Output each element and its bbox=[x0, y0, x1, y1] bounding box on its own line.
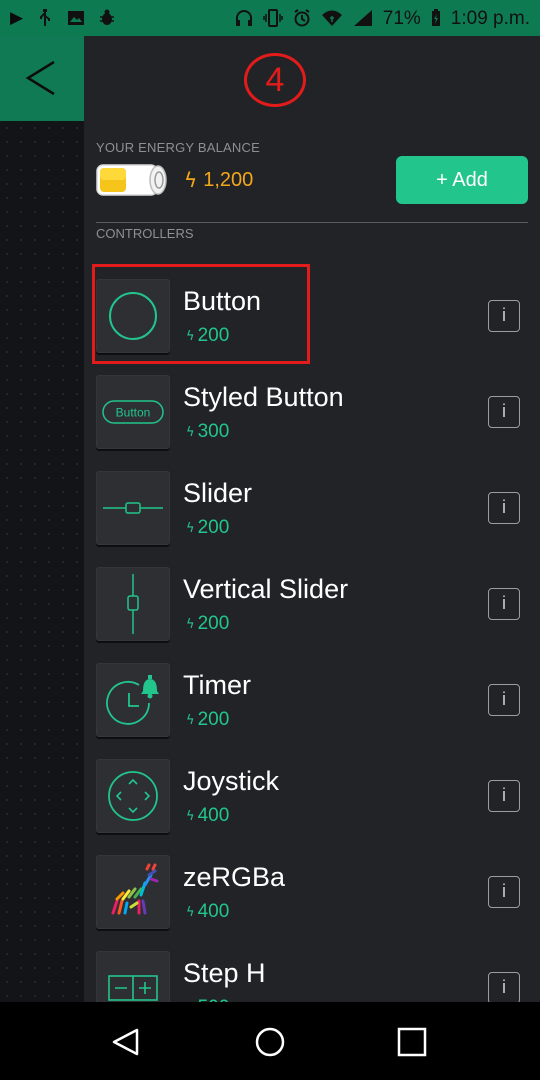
clock: 1:09 p.m. bbox=[450, 7, 530, 29]
controller-price: ϟ 200 bbox=[186, 325, 230, 346]
energy-balance: ϟ 1,200 bbox=[184, 168, 253, 192]
controller-name: Styled Button bbox=[183, 382, 344, 412]
nav-recents-button[interactable] bbox=[392, 1024, 432, 1060]
back-arrow-icon[interactable] bbox=[24, 60, 60, 96]
controller-item-styled-button[interactable]: Button Styled Button ϟ 300 i bbox=[84, 375, 540, 471]
nav-back-button[interactable] bbox=[106, 1024, 146, 1060]
controller-name: Step H bbox=[183, 958, 266, 988]
controller-tile bbox=[96, 663, 170, 737]
timer-icon bbox=[106, 675, 159, 725]
circle-button-icon bbox=[109, 292, 157, 340]
controller-tile bbox=[96, 759, 170, 833]
controller-item-step-h[interactable]: Step H ϟ500 i bbox=[84, 951, 540, 1002]
info-button[interactable]: i bbox=[488, 684, 520, 716]
info-button[interactable]: i bbox=[488, 492, 520, 524]
controller-item-slider[interactable]: Slider ϟ 200 i bbox=[84, 471, 540, 567]
controller-item-joystick[interactable]: Joystick ϟ 400 i bbox=[84, 759, 540, 855]
controller-tile bbox=[96, 567, 170, 641]
controllers-section-label: CONTROLLERS bbox=[96, 226, 194, 241]
controller-tile bbox=[96, 855, 170, 929]
controller-price: ϟ 200 bbox=[186, 517, 230, 538]
app-header-behind bbox=[0, 36, 84, 121]
controller-tile bbox=[96, 951, 170, 1002]
bug-icon bbox=[100, 9, 115, 25]
step-annotation: 4 bbox=[244, 53, 306, 107]
controller-item-button[interactable]: Button ϟ 200 i bbox=[84, 279, 540, 375]
divider bbox=[96, 222, 528, 223]
controller-tile bbox=[96, 471, 170, 545]
bolt-icon: ϟ bbox=[186, 712, 195, 728]
controller-item-vertical-slider[interactable]: Vertical Slider ϟ 200 i bbox=[84, 567, 540, 663]
controller-name: Button bbox=[183, 286, 262, 316]
controller-item-timer[interactable]: Timer ϟ 200 i bbox=[84, 663, 540, 759]
horizontal-slider-icon bbox=[103, 502, 163, 514]
status-left-icons: ▶ bbox=[10, 9, 115, 27]
vertical-slider-icon bbox=[127, 574, 139, 634]
status-right: 71% 1:09 p.m. bbox=[235, 9, 530, 28]
vibrate-icon bbox=[263, 9, 283, 27]
controller-name: zeRGBa bbox=[183, 862, 286, 892]
energy-balance-label: YOUR ENERGY BALANCE bbox=[96, 140, 260, 155]
bolt-icon: ϟ bbox=[186, 520, 195, 536]
energy-battery-icon bbox=[96, 164, 167, 196]
info-button[interactable]: i bbox=[488, 780, 520, 812]
step-h-icon bbox=[108, 975, 158, 1001]
controller-tile bbox=[96, 279, 170, 353]
controller-item-zergba[interactable]: zeRGBa ϟ 400 i bbox=[84, 855, 540, 951]
battery-icon bbox=[431, 9, 440, 26]
bolt-icon: ϟ bbox=[186, 616, 195, 632]
navigation-bar bbox=[0, 1002, 540, 1080]
zebra-icon bbox=[111, 863, 159, 915]
controller-price: ϟ 300 bbox=[186, 421, 230, 442]
widget-box-drawer: 4 YOUR ENERGY BALANCE ϟ 1,200 + Add CONT… bbox=[84, 36, 540, 1002]
controller-price: ϟ 200 bbox=[186, 613, 230, 634]
home-circle-icon bbox=[255, 1027, 285, 1057]
status-bar: ▶ 71% 1:09 p.m. bbox=[0, 0, 540, 36]
styled-button-icon-text: Button bbox=[116, 406, 151, 420]
nav-home-button[interactable] bbox=[250, 1024, 290, 1060]
alarm-icon bbox=[294, 9, 310, 27]
headphones-icon bbox=[235, 10, 252, 26]
recents-square-icon bbox=[397, 1027, 427, 1057]
canvas-behind bbox=[0, 121, 84, 1002]
info-button[interactable]: i bbox=[488, 588, 520, 620]
info-button[interactable]: i bbox=[488, 972, 520, 1002]
add-energy-button[interactable]: + Add bbox=[396, 156, 528, 204]
controller-name: Vertical Slider bbox=[183, 574, 349, 604]
bolt-icon: ϟ bbox=[186, 328, 195, 344]
play-icon: ▶ bbox=[10, 7, 24, 28]
usb-icon bbox=[40, 9, 51, 26]
bolt-icon: ϟ bbox=[186, 808, 195, 824]
controller-name: Slider bbox=[183, 478, 253, 508]
controller-price: ϟ 200 bbox=[186, 709, 230, 730]
controller-tile: Button bbox=[96, 375, 170, 449]
info-button[interactable]: i bbox=[488, 876, 520, 908]
signal-icon bbox=[353, 10, 372, 26]
energy-value: 1,200 bbox=[203, 168, 254, 191]
battery-percent: 71% bbox=[382, 7, 421, 29]
back-triangle-icon bbox=[112, 1028, 139, 1056]
controller-price: ϟ 400 bbox=[186, 805, 230, 826]
controller-name: Joystick bbox=[183, 766, 280, 796]
styled-button-icon: Button bbox=[102, 400, 164, 424]
info-button[interactable]: i bbox=[488, 300, 520, 332]
controller-name: Timer bbox=[183, 670, 251, 700]
image-icon bbox=[68, 11, 85, 25]
info-button[interactable]: i bbox=[488, 396, 520, 428]
bolt-icon: ϟ bbox=[184, 168, 198, 192]
wifi-icon bbox=[321, 10, 342, 26]
bolt-icon: ϟ bbox=[186, 424, 195, 440]
bolt-icon: ϟ bbox=[186, 904, 195, 920]
joystick-icon bbox=[108, 771, 158, 821]
controller-price: ϟ 400 bbox=[186, 901, 230, 922]
